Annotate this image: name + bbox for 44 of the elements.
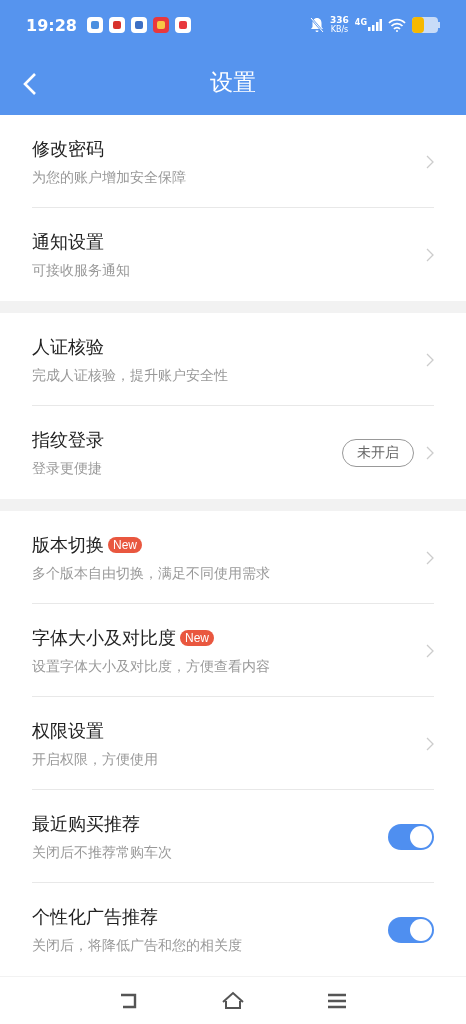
setting-description: 关闭后，将降低广告和您的相关度 xyxy=(32,936,243,955)
new-badge: New xyxy=(108,536,142,553)
setting-description: 可接收服务通知 xyxy=(32,261,131,280)
new-badge: New xyxy=(180,629,214,646)
wifi-icon xyxy=(388,18,406,32)
back-button[interactable] xyxy=(22,72,38,96)
setting-title[interactable]: 指纹登录 xyxy=(32,427,104,452)
speed-unit: KB/s xyxy=(330,25,349,34)
setting-title[interactable]: 修改密码 xyxy=(32,136,104,161)
setting-description: 多个版本自由切换，满足不同使用需求 xyxy=(32,564,271,583)
chevron-right-icon xyxy=(426,643,434,658)
status-time: 19:28 xyxy=(26,15,77,35)
app-icon xyxy=(108,17,125,33)
setting-description: 开启权限，方便使用 xyxy=(32,750,159,769)
setting-description: 为您的账户增加安全保障 xyxy=(32,168,187,187)
signal-icon xyxy=(368,19,382,31)
chevron-right-icon xyxy=(426,736,434,751)
network-type: 4G xyxy=(354,19,367,27)
chevron-right-icon xyxy=(426,550,434,565)
chevron-right-icon xyxy=(426,247,434,262)
setting-title[interactable]: 最近购买推荐 xyxy=(32,811,140,836)
setting-title[interactable]: 个性化广告推荐 xyxy=(32,904,158,929)
setting-title[interactable]: 通知设置 xyxy=(32,229,104,254)
network-speed: 336 xyxy=(330,16,349,25)
setting-description: 关闭后不推荐常购车次 xyxy=(32,843,173,862)
setting-description: 登录更便捷 xyxy=(32,459,103,478)
chevron-right-icon xyxy=(426,352,434,367)
chevron-right-icon xyxy=(426,445,434,460)
bell-muted-icon xyxy=(310,17,325,33)
battery-icon xyxy=(412,17,440,33)
toggle-switch[interactable] xyxy=(388,823,434,850)
setting-description: 设置字体大小及对比度，方便查看内容 xyxy=(32,657,271,676)
app-icon xyxy=(86,17,103,33)
app-icon xyxy=(152,17,169,33)
setting-title[interactable]: 人证核验 xyxy=(32,334,104,359)
setting-description: 完成人证核验，提升账户安全性 xyxy=(32,366,229,385)
setting-title[interactable]: 版本切换 xyxy=(32,532,104,557)
app-icon xyxy=(130,17,147,33)
setting-title[interactable]: 权限设置 xyxy=(32,718,104,743)
setting-title[interactable]: 字体大小及对比度 xyxy=(32,625,176,650)
page-title: 设置 xyxy=(210,68,256,97)
app-icon xyxy=(174,17,191,33)
toggle-switch[interactable] xyxy=(388,916,434,943)
chevron-right-icon xyxy=(426,154,434,169)
